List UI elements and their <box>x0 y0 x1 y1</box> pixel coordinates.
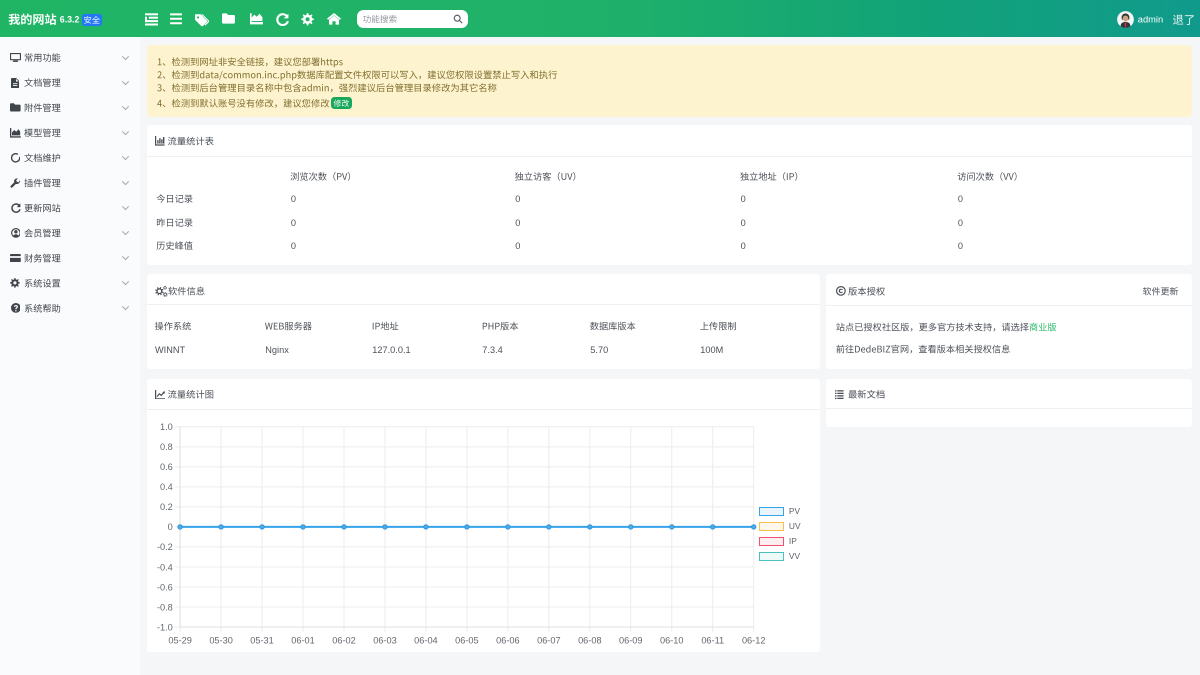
svg-text:06-08: 06-08 <box>578 635 602 645</box>
svg-text:0: 0 <box>958 218 963 228</box>
svg-text:0: 0 <box>741 241 746 251</box>
svg-text:0: 0 <box>515 241 520 251</box>
svg-text:0.2: 0.2 <box>160 502 173 512</box>
svg-text:06-04: 06-04 <box>414 635 438 645</box>
svg-text:0.4: 0.4 <box>160 482 173 492</box>
svg-text:06-12: 06-12 <box>742 635 766 645</box>
svg-text:0: 0 <box>741 194 746 204</box>
svg-text:0: 0 <box>515 194 520 204</box>
svg-text:0: 0 <box>291 218 296 228</box>
svg-text:7.3.4: 7.3.4 <box>482 345 502 355</box>
svg-text:Nginx: Nginx <box>265 345 289 355</box>
svg-text:06-03: 06-03 <box>373 635 397 645</box>
svg-text:-0.2: -0.2 <box>157 542 173 552</box>
svg-text:-0.6: -0.6 <box>157 582 173 592</box>
svg-text:-1.0: -1.0 <box>157 622 173 632</box>
svg-text:06-06: 06-06 <box>496 635 520 645</box>
svg-text:05-31: 05-31 <box>250 635 274 645</box>
svg-text:06-09: 06-09 <box>619 635 643 645</box>
svg-text:-0.4: -0.4 <box>157 562 173 572</box>
svg-text:UV: UV <box>789 521 801 531</box>
svg-text:0: 0 <box>291 241 296 251</box>
svg-text:IP: IP <box>789 536 797 546</box>
svg-text:admin: admin <box>1138 15 1163 25</box>
svg-text:0: 0 <box>958 194 963 204</box>
svg-text:06-05: 06-05 <box>455 635 479 645</box>
svg-text:05-30: 05-30 <box>209 635 233 645</box>
svg-text:06-07: 06-07 <box>537 635 561 645</box>
svg-text:06-11: 06-11 <box>701 635 724 645</box>
svg-text:06-01: 06-01 <box>291 635 315 645</box>
svg-text:0: 0 <box>291 194 296 204</box>
svg-text:1.0: 1.0 <box>160 422 173 432</box>
svg-text:6.3.2: 6.3.2 <box>60 14 80 24</box>
svg-text:06-10: 06-10 <box>660 635 684 645</box>
svg-text:WINNT: WINNT <box>155 345 185 355</box>
svg-text:0.8: 0.8 <box>160 442 173 452</box>
svg-text:0: 0 <box>515 218 520 228</box>
svg-text:0.6: 0.6 <box>160 462 173 472</box>
svg-text:VV: VV <box>789 551 801 561</box>
svg-text:100M: 100M <box>700 345 723 355</box>
svg-text:0: 0 <box>958 241 963 251</box>
svg-text:0: 0 <box>168 522 173 532</box>
svg-text:05-29: 05-29 <box>168 635 192 645</box>
svg-text:127.0.0.1: 127.0.0.1 <box>372 345 410 355</box>
svg-text:-0.8: -0.8 <box>157 602 173 612</box>
svg-text:06-02: 06-02 <box>332 635 356 645</box>
svg-text:0: 0 <box>741 218 746 228</box>
svg-text:PV: PV <box>789 506 801 516</box>
svg-text:5.70: 5.70 <box>590 345 608 355</box>
